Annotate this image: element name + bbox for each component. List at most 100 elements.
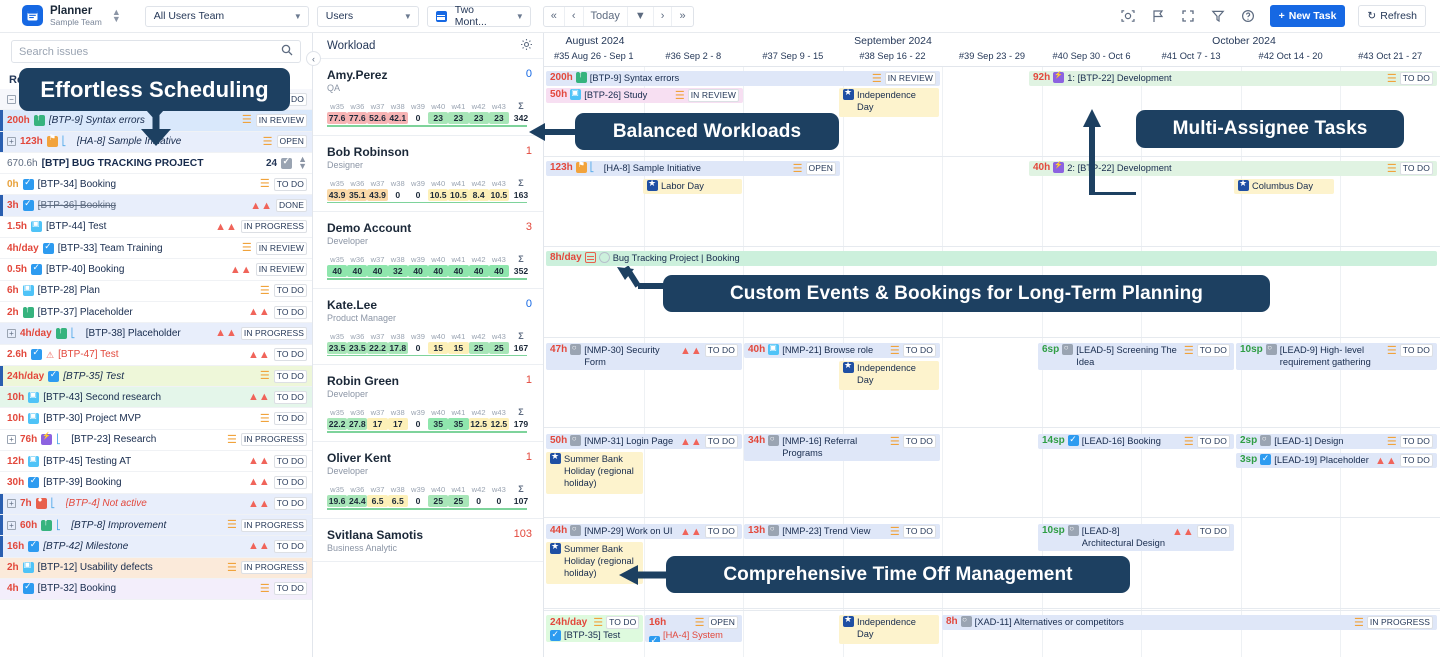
issue-title[interactable]: [BTP-32] Booking [38,583,256,594]
issue-title[interactable]: [BTP-23] Research [71,434,223,445]
issue-row[interactable]: +60h⎣[BTP-8] Improvement☰IN PROGRESS [0,515,312,536]
workload-week-cell[interactable]: w3677.6 [347,102,367,124]
gantt-bar[interactable]: 8h[XAD-11] Alternatives or competitors☰I… [942,615,1437,630]
workload-week-cell[interactable]: w4323 [489,102,509,124]
nav-prev-button[interactable]: ‹ [565,6,584,27]
workload-week-cell[interactable]: w4110.5 [448,179,468,201]
refresh-button[interactable]: ↻ Refresh [1358,5,1426,27]
gantt-bar[interactable]: 123h⎣[HA-8] Sample Initiative☰OPEN [546,161,840,176]
workload-week-cell[interactable]: w3623.5 [347,332,367,354]
resource-row[interactable]: Amy.PerezQA0w3577.6w3677.6w3752.6w3842.1… [313,59,543,136]
gantt-bar[interactable]: 200h[BTP-9] Syntax errors☰IN REVIEW [546,71,940,86]
expand-toggle[interactable]: − [7,95,16,104]
holiday-bar[interactable]: Independence Day [839,615,939,644]
timeline-week-label[interactable]: #43 Oct 21 - 27 [1340,50,1440,61]
nav-first-button[interactable]: « [544,6,565,27]
nav-today-button[interactable]: Today [584,6,628,27]
issue-title[interactable]: [BTP-39] Booking [43,477,244,488]
workload-week-cell[interactable]: w4115 [448,332,468,354]
workload-week-cell[interactable]: w3523.5 [327,332,347,354]
resource-row[interactable]: Oliver KentDeveloper1w3519.6w3624.4w376.… [313,442,543,519]
workload-week-cell[interactable]: w4023 [428,102,448,124]
project-summary-row[interactable]: 670.6h[BTP] BUG TRACKING PROJECT24▲▼ [0,153,312,174]
workload-week-cell[interactable]: w3740 [367,255,387,277]
workload-week-cell[interactable]: w3722.2 [367,332,387,354]
gantt-bar[interactable]: 44h[NMP-29] Work on UI▲▲TO DO [546,524,742,539]
gantt-bar[interactable]: 3sp[LEAD-19] Placeholder▲▲TO DO [1236,453,1437,468]
issue-row[interactable]: 2h[BTP-37] Placeholder▲▲TO DO [0,302,312,323]
issue-title[interactable]: [BTP-45] Testing AT [43,456,244,467]
workload-week-cell[interactable]: w376.5 [367,485,387,507]
workload-week-cell[interactable]: w3743.9 [367,179,387,201]
workload-week-cell[interactable]: w3640 [347,255,367,277]
gantt-bar[interactable]: 50h[BTP-26] Study☰IN REVIEW [546,88,743,103]
workload-week-cell[interactable]: w3540 [327,255,347,277]
group-by-select[interactable]: Users ▼ [317,6,419,27]
workload-week-cell[interactable]: w390 [408,102,428,124]
gantt-bar[interactable]: 24h/day☰TO DO[BTP-35] Test [546,615,643,642]
workload-week-cell[interactable]: w4010.5 [428,179,448,201]
timeline-week-label[interactable]: #39 Sep 23 - 29 [942,50,1042,61]
issue-row[interactable]: 4h[BTP-32] Booking☰TO DO [0,579,312,600]
holiday-bar[interactable]: Summer Bank Holiday (regional holiday) [546,452,643,494]
nav-today-dropdown[interactable]: ▼ [628,6,654,27]
issue-row[interactable]: 0h[BTP-34] Booking☰TO DO [0,174,312,195]
issue-row[interactable]: 1.5h[BTP-44] Test▲▲IN PROGRESS [0,217,312,238]
workload-week-cell[interactable]: w3519.6 [327,485,347,507]
issue-row[interactable]: 16h[BTP-42] Milestone▲▲TO DO [0,536,312,557]
gantt-bar[interactable]: 16h☰OPEN[HA-4] System Improvement [645,615,742,642]
nav-last-button[interactable]: » [672,6,692,27]
workload-week-cell[interactable]: w4310.5 [489,179,509,201]
switch-project-icon[interactable]: ▲▼ [112,9,121,23]
workload-week-cell[interactable]: w3717 [367,408,387,430]
issue-row[interactable]: 0.5h[BTP-40] Booking▲▲IN REVIEW [0,259,312,280]
holiday-bar[interactable]: Labor Day [643,179,742,194]
issue-row[interactable]: 10h[BTP-30] Project MVP☰TO DO [0,408,312,429]
workload-week-cell[interactable]: w4225 [469,332,489,354]
timeline-week-label[interactable]: #36 Sep 2 - 8 [644,50,744,61]
workload-week-cell[interactable]: w428.4 [469,179,489,201]
fullscreen-icon[interactable] [1177,5,1199,27]
issue-row[interactable]: 4h/day[BTP-33] Team Training☰IN REVIEW [0,238,312,259]
resource-row[interactable]: Svitlana SamotisBusiness Analytic103 [313,519,543,562]
issue-row[interactable]: 6h[BTP-28] Plan☰TO DO [0,281,312,302]
workload-week-cell[interactable]: w4040 [428,255,448,277]
issue-title[interactable]: [BTP-30] Project MVP [43,413,256,424]
timeline-week-label[interactable]: #37 Sep 9 - 15 [743,50,843,61]
timescale-select[interactable]: Two Mont... ▼ [427,6,531,27]
flag-icon[interactable] [1147,5,1169,27]
issue-row[interactable]: 24h/day[BTP-35] Test☰TO DO [0,366,312,387]
filter-icon[interactable] [1207,5,1229,27]
workload-week-cell[interactable]: w4135 [448,408,468,430]
gantt-bar[interactable]: 14sp[LEAD-16] Booking☰TO DO [1038,434,1234,449]
workload-week-cell[interactable]: w430 [489,485,509,507]
gantt-bar[interactable]: 92h1: [BTP-22] Development☰TO DO [1029,71,1437,86]
workload-week-cell[interactable]: w3624.4 [347,485,367,507]
workload-week-cell[interactable]: w3817 [388,408,408,430]
workload-week-cell[interactable]: w4140 [448,255,468,277]
workload-week-cell[interactable]: w3817.8 [388,332,408,354]
workload-week-cell[interactable]: w4025 [428,485,448,507]
workload-week-cell[interactable]: w3832 [388,255,408,277]
gantt-bar[interactable]: 8h/dayBug Tracking Project | Booking [546,251,1437,266]
issue-row[interactable]: 12h[BTP-45] Testing AT▲▲TO DO [0,451,312,472]
issue-title[interactable]: [BTP-40] Booking [46,264,226,275]
search-input[interactable]: Search issues [11,40,301,63]
focus-icon[interactable] [1117,5,1139,27]
timeline-week-label[interactable]: #35 Aug 26 - Sep 1 [544,50,644,61]
expand-toggle[interactable]: + [7,137,16,146]
timeline-week-label[interactable]: #40 Sep 30 - Oct 6 [1042,50,1142,61]
resource-row[interactable]: Kate.LeeProduct Manager0w3523.5w3623.5w3… [313,289,543,366]
gantt-bar[interactable]: 40h[NMP-21] Browse role☰TO DO [744,343,940,358]
gantt-bar[interactable]: 10sp[LEAD-8] Architectural Design▲▲TO DO [1038,524,1234,551]
resource-row[interactable]: Bob RobinsonDesigner1w3543.9w3635.1w3743… [313,136,543,213]
workload-week-cell[interactable]: w4035 [428,408,448,430]
workload-week-cell[interactable]: w420 [469,485,489,507]
issue-title[interactable]: [BTP-4] Not active [66,498,244,509]
expand-toggle[interactable]: + [7,499,16,508]
gantt-bar[interactable]: 34h[NMP-16] Referral Programs☰TO DO [744,434,940,461]
workload-week-cell[interactable]: w386.5 [388,485,408,507]
issue-title[interactable]: [BTP-38] Placeholder [86,328,211,339]
workload-week-cell[interactable]: w4223 [469,102,489,124]
workload-week-cell[interactable]: w3543.9 [327,179,347,201]
